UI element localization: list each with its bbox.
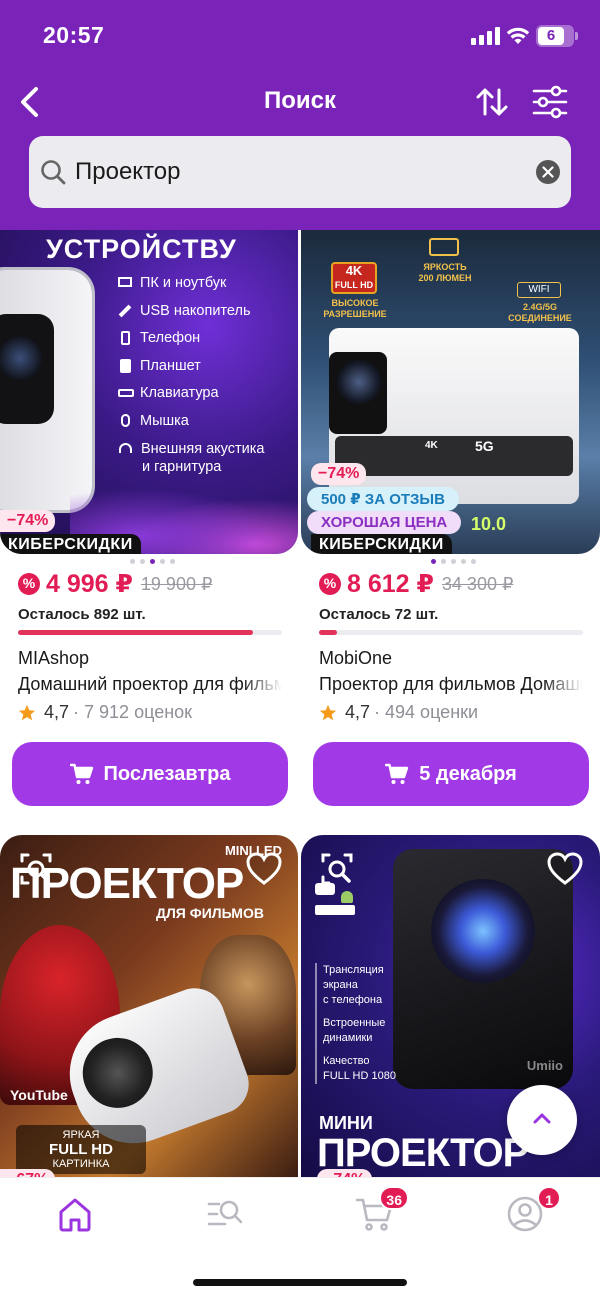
- stock-bar: [18, 630, 282, 635]
- badge-caption: ЯРКОСТЬ 200 ЛЮМЕН: [418, 262, 472, 283]
- image-brand: YouTube: [10, 1087, 68, 1103]
- add-to-cart-button[interactable]: Послезавтра: [12, 742, 288, 806]
- home-indicator: [193, 1279, 407, 1286]
- star-icon: [18, 704, 36, 720]
- rating-value: 4,7: [345, 702, 371, 722]
- brightness-icon: [429, 238, 459, 256]
- feature-item: Мышка: [118, 408, 298, 436]
- product-image[interactable]: 4K FULL HD ВЫСОКОЕ РАЗРЕШЕНИЕ ЯРКОСТЬ 200 Л…: [301, 230, 600, 554]
- badge-caption: ВЫСОКОЕ РАЗРЕШЕНИЕ: [323, 298, 387, 319]
- visual-search-icon[interactable]: [317, 849, 357, 889]
- stock-bar-fill: [18, 630, 253, 635]
- star-icon: [319, 704, 337, 720]
- rating-row: 4,7 · 7 912 оценок: [18, 702, 192, 723]
- review-bonus-badge: 500 ₽ ЗА ОТЗЫВ: [307, 487, 459, 511]
- image-pagination: [431, 559, 476, 564]
- feature-item: Телефон: [118, 325, 298, 353]
- wifi-icon: [506, 27, 530, 44]
- rating-row: 4,7 · 494 оценки: [319, 702, 478, 723]
- discount-icon: [18, 573, 40, 595]
- review-count: · 494 оценки: [374, 702, 479, 722]
- product-name[interactable]: Домашний проектор для фильмов: [18, 674, 282, 695]
- tab-catalog[interactable]: [203, 1192, 247, 1236]
- badge-wifi: WIFI: [517, 282, 561, 298]
- projector-illustration: [0, 270, 92, 510]
- page-title: Поиск: [263, 87, 337, 114]
- brand-name[interactable]: MIAshop: [18, 648, 89, 669]
- cart-count-badge: 36: [379, 1186, 409, 1210]
- review-count: · 7 912 оценок: [73, 702, 193, 722]
- product-card[interactable]: УСТРОЙСТВУ ПК и ноутбук USB накопитель Т…: [0, 230, 300, 810]
- image-text: 10.0: [471, 514, 507, 534]
- price-row: 4 996 ₽ 19 900 ₽: [18, 568, 212, 600]
- stock-bar-fill: [319, 630, 338, 635]
- cart-icon: [385, 763, 409, 784]
- price-row: 8 612 ₽ 34 300 ₽: [319, 568, 513, 600]
- discount-badge: −74%: [0, 510, 56, 532]
- badge-caption: 2.4G/5G СОЕДИНЕНИЕ: [508, 302, 572, 323]
- cart-icon: [69, 763, 93, 784]
- battery-icon: 6: [536, 25, 578, 47]
- price: 4 996 ₽: [46, 570, 133, 598]
- status-bar: 20:57 6: [0, 0, 600, 70]
- product-name[interactable]: Проектор для фильмов Домашний: [319, 674, 583, 695]
- visual-search-icon[interactable]: [16, 849, 56, 889]
- feature-item: Клавиатура: [118, 380, 298, 408]
- product-card[interactable]: 4K FULL HD ВЫСОКОЕ РАЗРЕШЕНИЕ ЯРКОСТЬ 200 Л…: [301, 230, 600, 810]
- signal-icon: [471, 27, 501, 45]
- search-icon: [41, 160, 66, 185]
- old-price: 34 300 ₽: [441, 573, 514, 594]
- delivery-label: 5 декабря: [419, 762, 517, 785]
- feature-item: и гарнитура: [142, 459, 222, 475]
- search-input[interactable]: [75, 136, 515, 208]
- image-bottom-text: ЯРКАЯ FULL HD КАРТИНКА: [16, 1125, 146, 1174]
- battery-level: 6: [546, 27, 556, 44]
- feature-item: USB накопитель: [118, 298, 298, 326]
- promo-badge: КИБЕРСКИДКИ: [0, 534, 141, 554]
- sort-icon[interactable]: [474, 84, 510, 120]
- filter-icon[interactable]: [532, 84, 568, 120]
- delivery-label: Послезавтра: [103, 762, 231, 785]
- status-time: 20:57: [43, 22, 105, 48]
- brand-name[interactable]: MobiOne: [319, 648, 392, 669]
- badge-4k: 4K FULL HD: [331, 262, 377, 294]
- old-price: 19 900 ₽: [140, 573, 213, 594]
- bottom-tab-bar: 36 1: [0, 1177, 600, 1297]
- discount-icon: [319, 573, 341, 595]
- feature-list: ПК и ноутбук USB накопитель Телефон План…: [118, 270, 298, 476]
- image-pagination: [130, 559, 175, 564]
- feature-item: Планшет: [118, 353, 298, 381]
- favorite-heart-icon[interactable]: [244, 849, 284, 889]
- rating-value: 4,7: [44, 702, 70, 722]
- promo-badge: КИБЕРСКИДКИ: [311, 534, 452, 554]
- nav-row: Поиск: [0, 78, 600, 126]
- clear-search-button[interactable]: [536, 160, 560, 184]
- tab-profile[interactable]: 1: [503, 1186, 561, 1236]
- stock-bar: [319, 630, 583, 635]
- profile-notification-badge: 1: [537, 1186, 561, 1210]
- add-to-cart-button[interactable]: 5 декабря: [313, 742, 589, 806]
- favorite-heart-icon[interactable]: [545, 849, 585, 889]
- header: 20:57 6 Поиск: [0, 0, 600, 230]
- image-heading: УСТРОЙСТВУ: [46, 234, 237, 264]
- feature-item: Внешняя акустика: [118, 440, 298, 458]
- scroll-to-top-button[interactable]: [507, 1085, 577, 1155]
- stock-text: Осталось 892 шт.: [18, 606, 146, 623]
- price: 8 612 ₽: [347, 570, 434, 598]
- product-image[interactable]: УСТРОЙСТВУ ПК и ноутбук USB накопитель Т…: [0, 230, 298, 554]
- good-price-badge: ХОРОШАЯ ЦЕНА: [307, 511, 462, 534]
- image-subheading: ДЛЯ ФИЛЬМОВ: [156, 905, 264, 921]
- projector-illustration: 4K 5G: [329, 328, 579, 504]
- search-box[interactable]: [29, 136, 571, 208]
- chevron-up-icon: [533, 1113, 551, 1124]
- stock-text: Осталось 72 шт.: [319, 606, 439, 623]
- product-card[interactable]: MINI LED ПРОЕКТОР ДЛЯ ФИЛЬМОВ YouTube ЯР…: [0, 835, 300, 1178]
- tab-home[interactable]: [53, 1192, 97, 1236]
- discount-badge: −74%: [311, 463, 367, 485]
- feature-item: ПК и ноутбук: [118, 270, 298, 298]
- close-icon: [542, 166, 554, 178]
- feature-list: Трансляция экрана с телефона Встроенные …: [315, 963, 401, 1084]
- tab-cart[interactable]: 36: [353, 1186, 409, 1236]
